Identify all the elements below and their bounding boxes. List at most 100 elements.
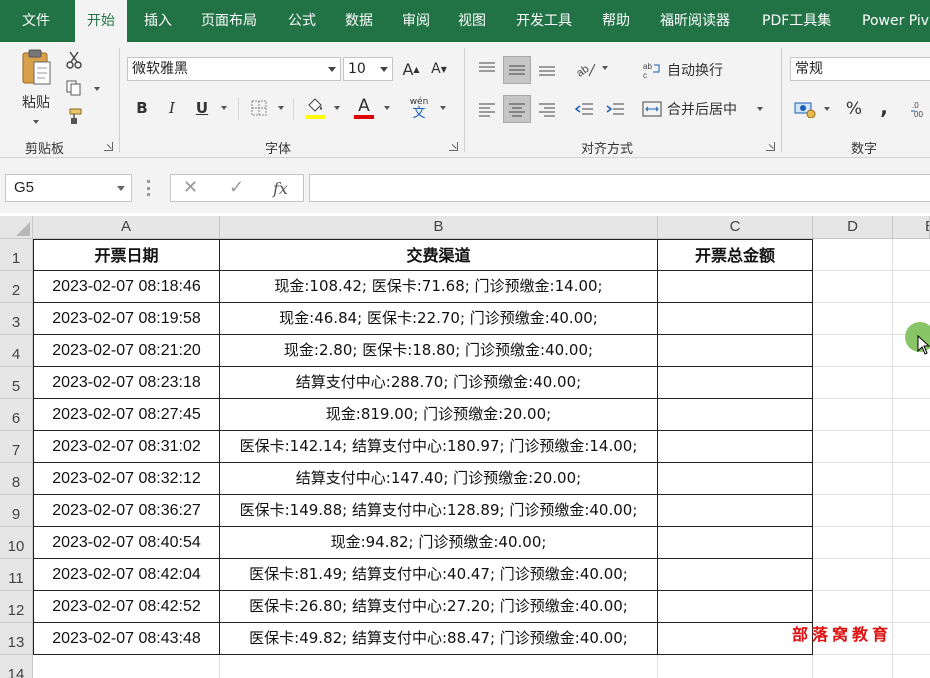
align-left-button[interactable]	[474, 96, 500, 122]
name-box[interactable]: G5	[5, 174, 132, 202]
row-header[interactable]: 14	[0, 655, 33, 678]
row-header[interactable]: 11	[0, 559, 33, 591]
cell-total[interactable]	[658, 399, 813, 431]
tab-foxit-reader[interactable]: 福昕阅读器	[660, 0, 730, 42]
cell-channel[interactable]: 医保卡:81.49; 结算支付中心:40.47; 门诊预缴金:40.00;	[220, 559, 658, 591]
cell-channel[interactable]: 结算支付中心:147.40; 门诊预缴金:20.00;	[220, 463, 658, 495]
cell-empty[interactable]	[813, 495, 893, 527]
cell-empty[interactable]	[658, 655, 813, 678]
copy-dropdown-arrow[interactable]	[94, 87, 100, 91]
row-header[interactable]: 5	[0, 367, 33, 399]
cell-channel[interactable]: 医保卡:149.88; 结算支付中心:128.89; 门诊预缴金:40.00;	[220, 495, 658, 527]
cell-empty[interactable]	[813, 399, 893, 431]
cell-date[interactable]: 2023-02-07 08:19:58	[33, 303, 220, 335]
cell-empty[interactable]	[813, 591, 893, 623]
tab-developer[interactable]: 开发工具	[516, 0, 572, 42]
increase-decimal-button[interactable]: .0 00	[910, 96, 930, 122]
align-middle-button[interactable]	[503, 56, 531, 84]
underline-button[interactable]: U	[191, 96, 213, 120]
tab-review[interactable]: 审阅	[402, 0, 430, 42]
decrease-font-size-button[interactable]: A ▼	[428, 57, 450, 81]
font-size-select[interactable]: 10	[343, 57, 393, 81]
header-cell-channel[interactable]: 交费渠道	[220, 239, 658, 271]
copy-button[interactable]	[64, 78, 84, 98]
row-header[interactable]: 10	[0, 527, 33, 559]
header-cell-total[interactable]: 开票总金额	[658, 239, 813, 271]
font-name-select[interactable]: 微软雅黑	[127, 57, 341, 81]
cell-empty[interactable]	[813, 335, 893, 367]
row-header[interactable]: 9	[0, 495, 33, 527]
enter-icon[interactable]: ✓	[229, 177, 244, 198]
row-header[interactable]: 4	[0, 335, 33, 367]
cell-total[interactable]	[658, 271, 813, 303]
column-header-c[interactable]: C	[658, 216, 813, 239]
cell-channel[interactable]: 结算支付中心:288.70; 门诊预缴金:40.00;	[220, 367, 658, 399]
cell-total[interactable]	[658, 367, 813, 399]
cell-date[interactable]: 2023-02-07 08:42:04	[33, 559, 220, 591]
cell-channel[interactable]: 医保卡:142.14; 结算支付中心:180.97; 门诊预缴金:14.00;	[220, 431, 658, 463]
merge-dropdown-arrow[interactable]	[757, 107, 763, 111]
bold-button[interactable]: B	[131, 96, 153, 120]
cell-total[interactable]	[658, 495, 813, 527]
tab-view[interactable]: 视图	[458, 0, 486, 42]
cell-channel[interactable]: 现金:2.80; 医保卡:18.80; 门诊预缴金:40.00;	[220, 335, 658, 367]
row-header[interactable]: 3	[0, 303, 33, 335]
wrap-text-button[interactable]: ab c 自动换行	[642, 58, 767, 82]
cell-empty[interactable]	[893, 655, 930, 678]
format-painter-button[interactable]	[64, 106, 84, 126]
cut-button[interactable]	[64, 50, 84, 70]
cell-empty[interactable]	[893, 271, 930, 303]
cell-empty[interactable]	[893, 239, 930, 271]
cell-date[interactable]: 2023-02-07 08:40:54	[33, 527, 220, 559]
cell-empty[interactable]	[33, 655, 220, 678]
cell-empty[interactable]	[813, 463, 893, 495]
cell-total[interactable]	[658, 527, 813, 559]
cell-date[interactable]: 2023-02-07 08:42:52	[33, 591, 220, 623]
align-center-button[interactable]	[503, 95, 531, 123]
formula-input[interactable]	[309, 174, 930, 202]
cell-empty[interactable]	[220, 655, 658, 678]
cell-date[interactable]: 2023-02-07 08:23:18	[33, 367, 220, 399]
cancel-icon[interactable]: ✕	[183, 177, 198, 198]
tab-insert[interactable]: 插入	[144, 0, 172, 42]
cell-date[interactable]: 2023-02-07 08:18:46	[33, 271, 220, 303]
formula-bar-grip[interactable]	[147, 180, 150, 196]
cell-date[interactable]: 2023-02-07 08:21:20	[33, 335, 220, 367]
merge-center-button[interactable]: 合并后居中	[642, 97, 767, 121]
row-header[interactable]: 1	[0, 239, 33, 271]
cell-empty[interactable]	[893, 495, 930, 527]
align-top-button[interactable]	[474, 56, 500, 82]
cell-empty[interactable]	[893, 527, 930, 559]
cell-empty[interactable]	[893, 591, 930, 623]
phonetic-guide-button[interactable]: wén 文	[406, 94, 432, 122]
tab-data[interactable]: 数据	[345, 0, 373, 42]
cell-empty[interactable]	[813, 559, 893, 591]
accounting-dropdown-arrow[interactable]	[824, 107, 830, 111]
italic-button[interactable]: I	[161, 96, 183, 120]
row-header[interactable]: 8	[0, 463, 33, 495]
tab-pdf-tools[interactable]: PDF工具集	[762, 0, 831, 42]
name-box-dropdown-icon[interactable]	[117, 186, 125, 191]
header-cell-date[interactable]: 开票日期	[33, 239, 220, 271]
cell-date[interactable]: 2023-02-07 08:36:27	[33, 495, 220, 527]
fill-color-button[interactable]	[303, 94, 327, 122]
insert-function-icon[interactable]: fx	[273, 179, 288, 198]
tab-help[interactable]: 帮助	[602, 0, 630, 42]
row-header[interactable]: 13	[0, 623, 33, 655]
percent-style-button[interactable]: %	[843, 96, 865, 122]
paste-dropdown-arrow[interactable]	[33, 120, 39, 124]
tab-power-pivot[interactable]: Power Piv	[862, 0, 929, 42]
row-header[interactable]: 2	[0, 271, 33, 303]
cell-total[interactable]	[658, 303, 813, 335]
paste-button[interactable]: 粘贴	[14, 48, 58, 112]
column-header-b[interactable]: B	[220, 216, 658, 239]
cell-date[interactable]: 2023-02-07 08:43:48	[33, 623, 220, 655]
phonetic-dropdown-arrow[interactable]	[440, 106, 446, 110]
cell-total[interactable]	[658, 591, 813, 623]
cell-channel[interactable]: 医保卡:26.80; 结算支付中心:27.20; 门诊预缴金:40.00;	[220, 591, 658, 623]
accounting-format-button[interactable]	[792, 96, 818, 122]
orientation-dropdown-arrow[interactable]	[602, 66, 608, 70]
row-header[interactable]: 6	[0, 399, 33, 431]
cell-date[interactable]: 2023-02-07 08:31:02	[33, 431, 220, 463]
font-color-dropdown-arrow[interactable]	[384, 106, 390, 110]
